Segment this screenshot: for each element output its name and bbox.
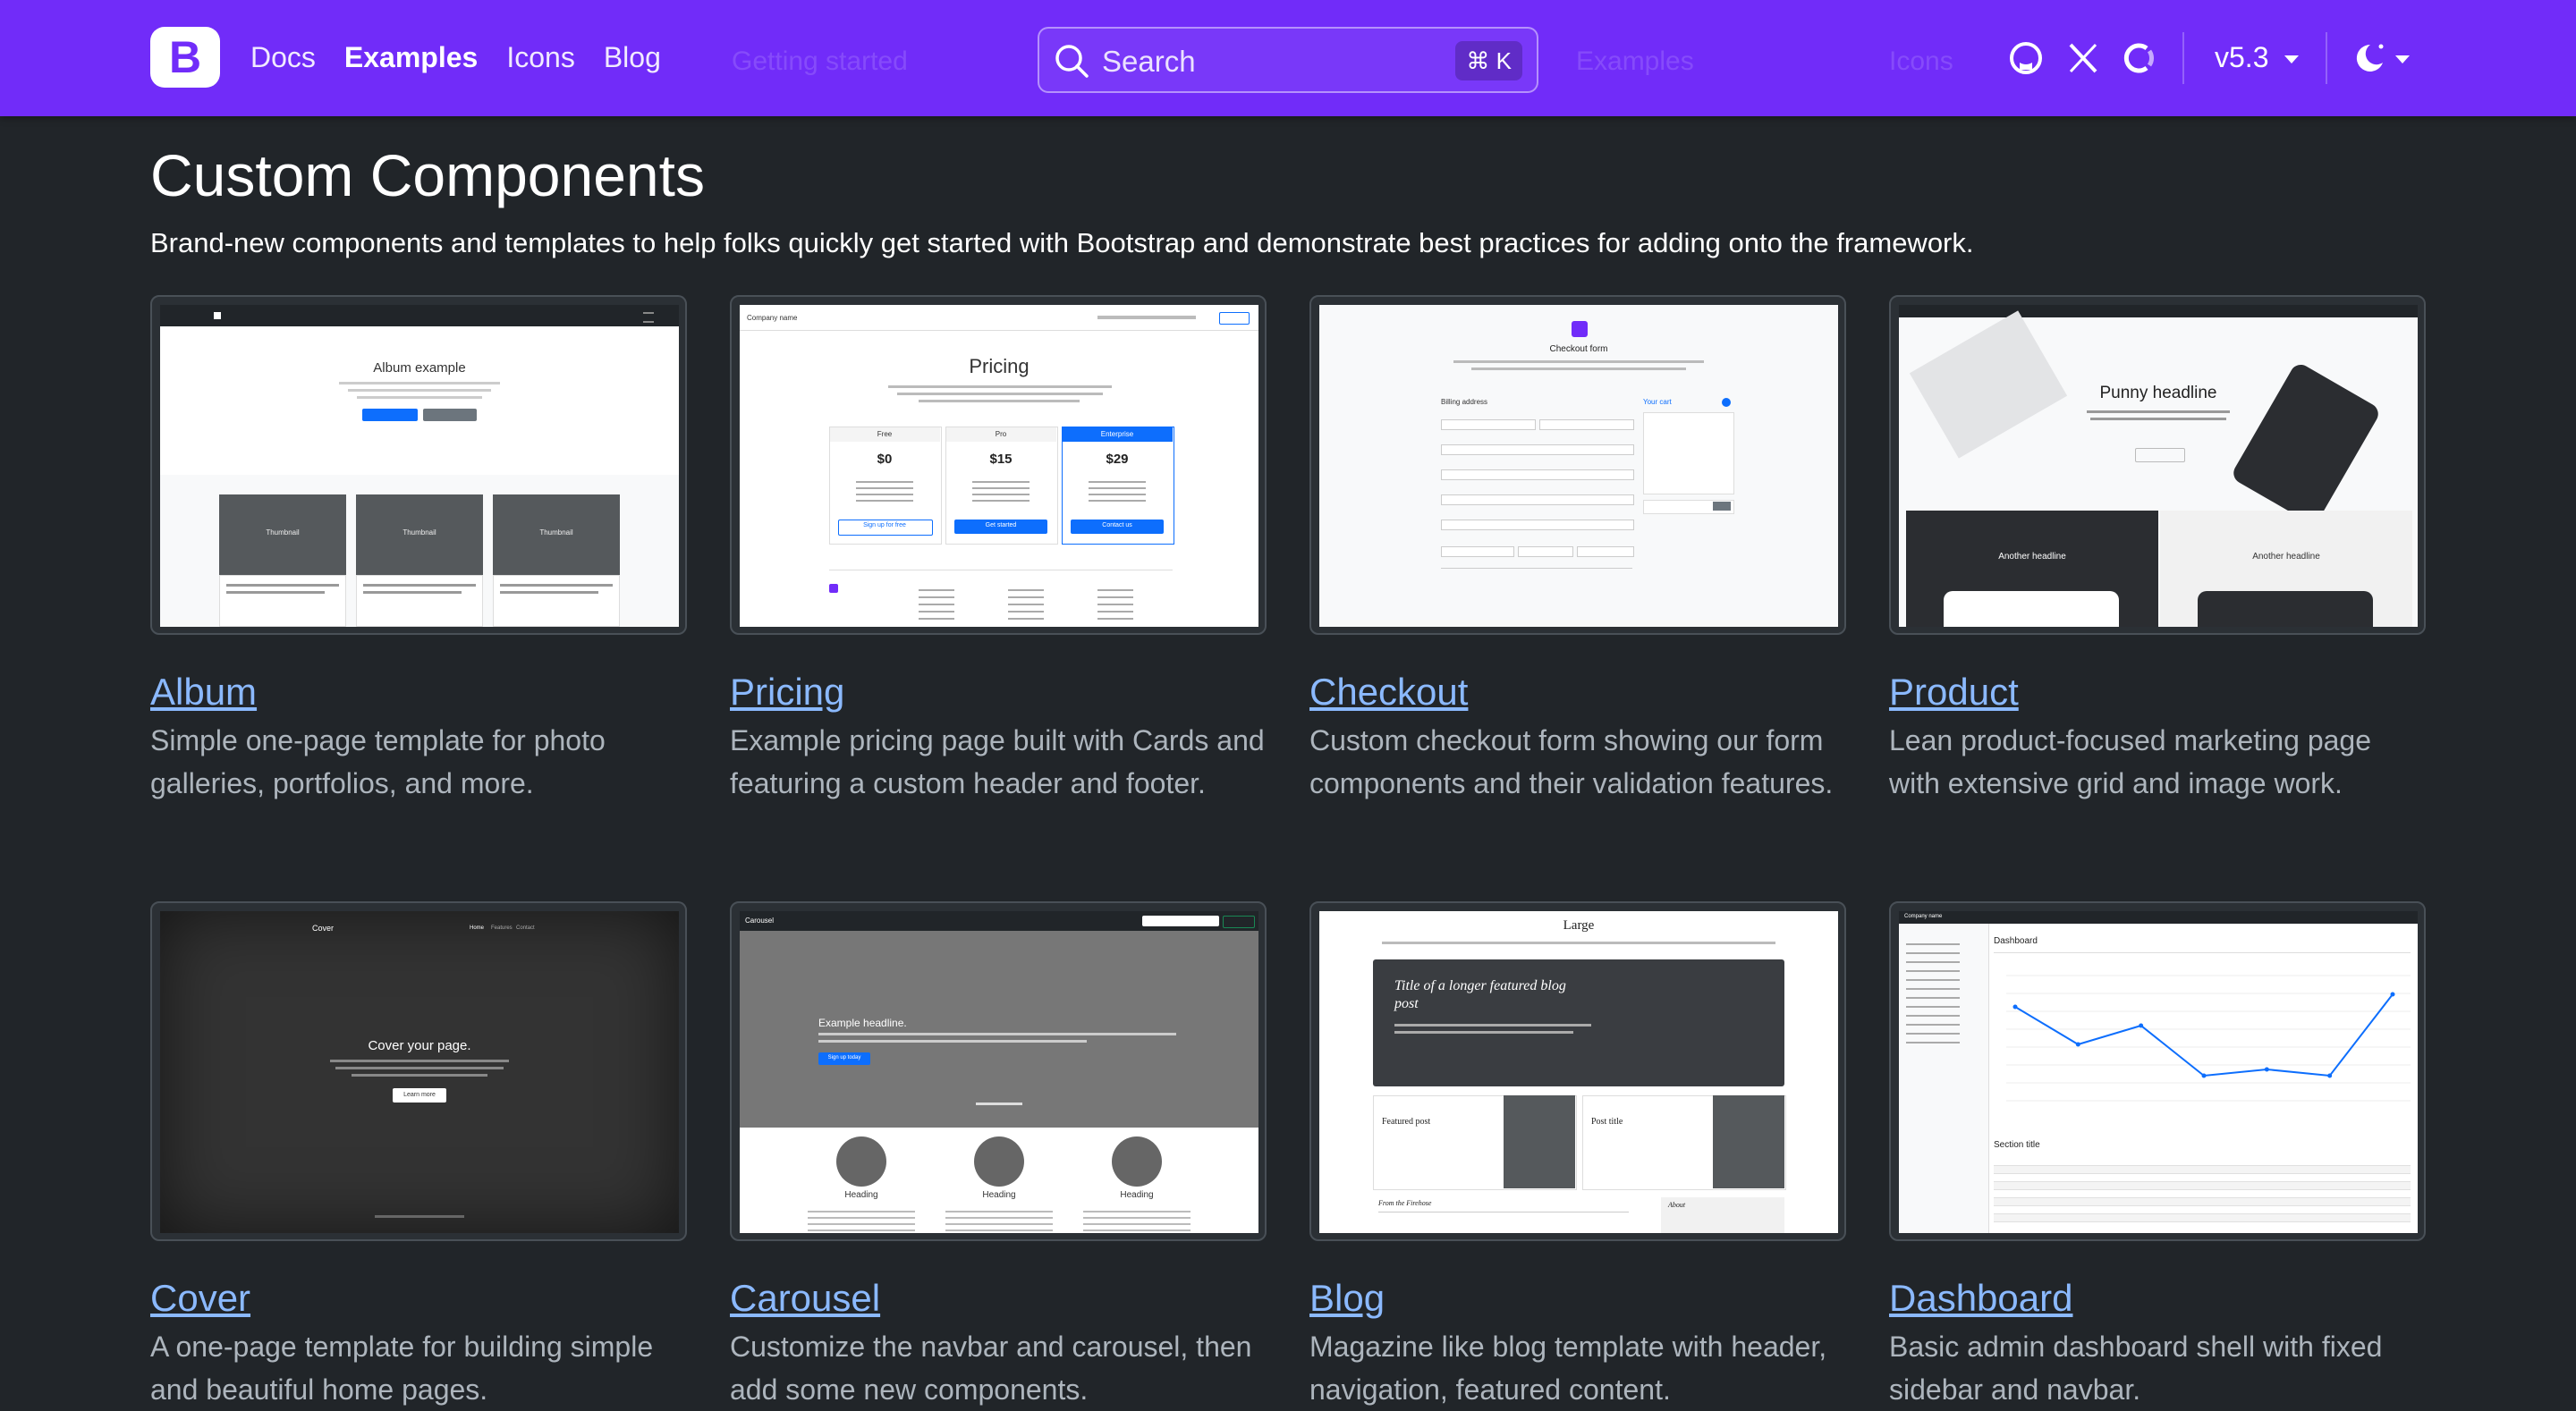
- card-desc-blog: Magazine like blog template with header,…: [1309, 1331, 1827, 1406]
- carousel-brand: Carousel: [745, 917, 775, 925]
- album-heading: Album example: [373, 360, 466, 376]
- search-label: Search: [1102, 45, 1196, 78]
- version-dropdown[interactable]: v5.3: [2215, 41, 2268, 74]
- pricing-preview[interactable]: Company name Pricing Free Pro Enterprise…: [730, 295, 1267, 635]
- ghost-text: Examples: [1576, 46, 1694, 76]
- chart-line: [2014, 993, 2394, 1077]
- card-title-checkout[interactable]: Checkout: [1309, 671, 1468, 714]
- page-lead: Brand-new components and templates to he…: [150, 227, 1974, 258]
- card-title-pricing[interactable]: Pricing: [730, 671, 844, 714]
- pricing-price: $0: [877, 452, 893, 467]
- chart-point: [2201, 1073, 2207, 1078]
- card-title-cover[interactable]: Cover: [150, 1277, 250, 1320]
- thumbnail-label: Thumbnail: [266, 528, 300, 537]
- blog-preview[interactable]: Large Title of a longer featured blog po…: [1309, 901, 1846, 1241]
- github-icon[interactable]: [2007, 39, 2045, 77]
- pricing-price: $15: [989, 452, 1013, 467]
- card-desc-carousel: Customize the navbar and carousel, then …: [730, 1331, 1252, 1406]
- opencollective-icon[interactable]: [2122, 39, 2159, 77]
- divider: [2326, 32, 2327, 84]
- top-navbar: B Docs Examples Icons Blog Getting start…: [0, 0, 2576, 116]
- pricing-tier: Free: [877, 430, 893, 438]
- carousel-button: Sign up today: [827, 1055, 861, 1060]
- dashboard-preview[interactable]: Company name Dashboard Section title: [1889, 901, 2426, 1241]
- search-button[interactable]: Search ⌘ K: [1038, 27, 1538, 93]
- cover-nav: Features: [491, 925, 513, 931]
- thumbnail-label: Thumbnail: [402, 528, 436, 537]
- checkout-cart: Your cart: [1643, 398, 1672, 406]
- ghost-text: Icons: [1889, 46, 1953, 76]
- carousel-col-heading: Heading: [844, 1190, 878, 1200]
- dashboard-line-chart: [2006, 975, 2411, 1102]
- chart-point: [2390, 992, 2395, 997]
- dashboard-company: Company name: [1904, 914, 1943, 919]
- cover-nav: Home: [470, 925, 485, 931]
- chart-point: [2264, 1067, 2269, 1072]
- carousel-col-heading: Heading: [982, 1190, 1016, 1200]
- nav-link-docs[interactable]: Docs: [250, 39, 316, 75]
- card-desc-checkout: Custom checkout form showing our form co…: [1309, 724, 1834, 799]
- checkout-heading: Checkout form: [1549, 344, 1608, 354]
- card-desc-product: Lean product-focused marketing page with…: [1889, 724, 2372, 799]
- carousel-col-heading: Heading: [1120, 1190, 1154, 1200]
- thumbnail-label: Thumbnail: [539, 528, 573, 537]
- dashboard-section-title: Section title: [1994, 1140, 2040, 1150]
- pricing-heading: Pricing: [969, 355, 1030, 377]
- divider: [2182, 32, 2184, 84]
- pricing-button: Sign up for free: [863, 522, 906, 528]
- card-desc-pricing: Example pricing page built with Cards an…: [730, 724, 1265, 799]
- pricing-tier: Enterprise: [1100, 430, 1134, 438]
- pricing-button: Contact us: [1102, 522, 1132, 528]
- dashboard-heading: Dashboard: [1994, 936, 2038, 946]
- pricing-company: Company name: [747, 314, 798, 322]
- blog-brand: Large: [1563, 918, 1595, 933]
- checkout-preview[interactable]: Checkout form Billing address Your cart: [1309, 295, 1846, 635]
- pricing-tier: Pro: [995, 430, 1007, 438]
- search-icon: [1055, 45, 1089, 78]
- nav-link-blog[interactable]: Blog: [604, 39, 661, 75]
- search-shortcut: ⌘ K: [1455, 41, 1522, 80]
- nav-link-icons[interactable]: Icons: [506, 39, 574, 75]
- card-desc-album: Simple one-page template for photo galle…: [150, 724, 606, 799]
- chart-point: [2139, 1023, 2144, 1028]
- chart-point: [2327, 1073, 2333, 1078]
- card-title-dashboard[interactable]: Dashboard: [1889, 1277, 2072, 1320]
- card-desc-cover: A one-page template for building simple …: [150, 1331, 654, 1406]
- theme-toggle-icon[interactable]: [2351, 39, 2388, 77]
- nav-link-examples[interactable]: Examples: [344, 39, 478, 75]
- chart-point: [2012, 1004, 2018, 1010]
- pricing-price: $29: [1106, 452, 1129, 467]
- blog-feature-title: Title of a longer featured blog post: [1394, 978, 1566, 1011]
- product-subheading: Another headline: [2252, 552, 2320, 562]
- carousel-heading: Example headline.: [818, 1017, 907, 1029]
- album-preview[interactable]: Album example Thumbnail Thumbnail Thumbn…: [150, 295, 687, 635]
- cover-heading: Cover your page.: [368, 1038, 471, 1053]
- product-preview[interactable]: Punny headline Another headline Another …: [1889, 295, 2426, 635]
- card-title-blog[interactable]: Blog: [1309, 1277, 1385, 1320]
- page-title: Custom Components: [150, 142, 705, 208]
- blog-section-title: From the Firehose: [1378, 1199, 1432, 1207]
- bootstrap-logo[interactable]: B: [150, 27, 220, 88]
- blog-post-title: Featured post: [1382, 1117, 1431, 1127]
- blog-about-title: About: [1668, 1201, 1686, 1209]
- cover-nav: Contact: [516, 925, 535, 931]
- cover-button: Learn more: [403, 1092, 436, 1098]
- cover-brand: Cover: [312, 924, 335, 933]
- carousel-preview[interactable]: Carousel Example headline. Sign up today…: [730, 901, 1267, 1241]
- chart-point: [2075, 1042, 2080, 1047]
- chevron-down-icon: [2395, 55, 2410, 63]
- pricing-button: Get started: [985, 522, 1017, 528]
- nav-links: Docs Examples Icons Blog: [250, 39, 661, 75]
- card-desc-dashboard: Basic admin dashboard shell with fixed s…: [1889, 1331, 2383, 1406]
- x-icon[interactable]: [2064, 39, 2102, 77]
- checkout-billing: Billing address: [1441, 398, 1488, 406]
- ghost-text: Getting started: [732, 46, 908, 76]
- card-title-product[interactable]: Product: [1889, 671, 2019, 714]
- chevron-down-icon: [2284, 55, 2299, 63]
- product-subheading: Another headline: [1998, 552, 2066, 562]
- card-title-carousel[interactable]: Carousel: [730, 1277, 880, 1320]
- blog-post-title: Post title: [1591, 1117, 1623, 1127]
- cover-preview[interactable]: Cover Home Features Contact Cover your p…: [150, 901, 687, 1241]
- card-title-album[interactable]: Album: [150, 671, 257, 714]
